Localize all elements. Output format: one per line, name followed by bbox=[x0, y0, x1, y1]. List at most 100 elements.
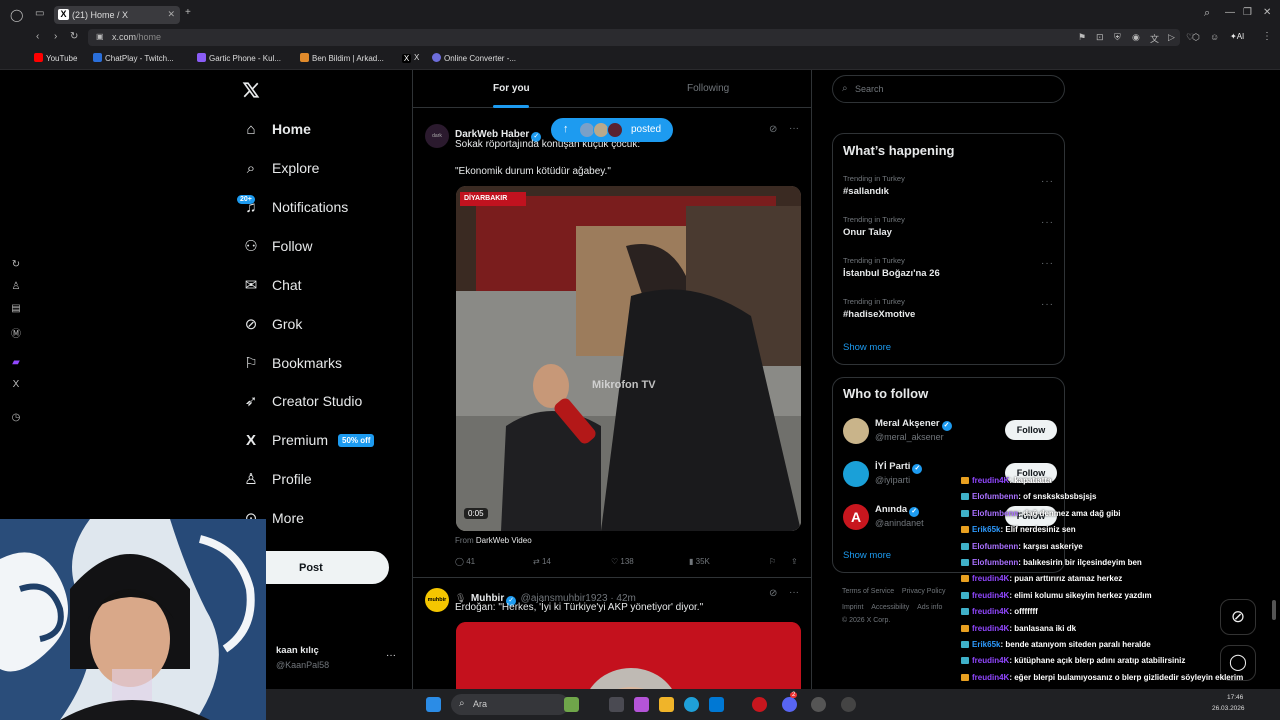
footer-accessibility-link[interactable]: Accessibility bbox=[871, 604, 909, 611]
active-tab[interactable]: X (21) Home / X ✕ bbox=[54, 6, 180, 24]
snapshot-icon[interactable]: ⊡ bbox=[1096, 32, 1104, 43]
more-icon[interactable]: ··· bbox=[1041, 217, 1054, 228]
nav-creator-studio[interactable]: ➶ Creator Studio bbox=[242, 386, 363, 416]
footer-privacy-link[interactable]: Privacy Policy bbox=[902, 588, 946, 595]
footer-imprint-link[interactable]: Imprint bbox=[842, 604, 863, 611]
minimize-icon[interactable]: — bbox=[1225, 7, 1235, 18]
bookmark-online-converter[interactable]: Online Converter -... bbox=[432, 53, 516, 63]
opera-icon[interactable] bbox=[752, 697, 767, 712]
bookmark-icon[interactable]: ⚐ bbox=[769, 557, 776, 566]
nav-follow[interactable]: ⚇ Follow bbox=[242, 231, 312, 261]
follow-suggestion[interactable]: Meral Akşener ✓ @meral_aksener Follow bbox=[843, 418, 1057, 450]
show-more-link[interactable]: Show more bbox=[843, 550, 891, 561]
tweet[interactable]: dark DarkWeb Haber ✓ ⊘ ··· Sokak röportaj… bbox=[413, 114, 811, 578]
more-icon[interactable]: ··· bbox=[1041, 258, 1054, 269]
widgets-icon[interactable] bbox=[564, 697, 579, 712]
opera-logo-icon[interactable]: ◯ bbox=[10, 8, 23, 22]
new-tab-icon[interactable]: + bbox=[185, 7, 191, 18]
bag-icon[interactable]: ♙ bbox=[10, 281, 22, 293]
nav-premium[interactable]: X Premium 50% off bbox=[242, 425, 375, 455]
avatar[interactable]: muhbir bbox=[425, 588, 449, 612]
shield-icon[interactable]: ⛨ bbox=[1114, 32, 1121, 43]
menu-icon[interactable]: ⋮ bbox=[1262, 31, 1272, 42]
account-more-icon[interactable]: ··· bbox=[386, 650, 396, 661]
camera-icon[interactable]: ◉ bbox=[1132, 32, 1140, 43]
task-view-icon[interactable] bbox=[609, 697, 624, 712]
tweet-video[interactable]: DİYARBAKIR Mikrofon TV 0:05 bbox=[456, 186, 801, 531]
nav-explore[interactable]: ⌕ Explore bbox=[242, 153, 320, 183]
trend-item[interactable]: Trending in Turkey #sallandık ··· bbox=[833, 172, 1064, 208]
footer-terms-link[interactable]: Terms of Service bbox=[842, 588, 894, 595]
scrollbar[interactable] bbox=[1272, 600, 1276, 620]
file-explorer-icon[interactable] bbox=[659, 697, 674, 712]
follow-button[interactable]: Follow bbox=[1005, 420, 1057, 440]
maximize-icon[interactable]: ❐ bbox=[1243, 7, 1252, 18]
nav-grok[interactable]: ⊘ Grok bbox=[242, 309, 303, 339]
x-app-icon[interactable]: X bbox=[10, 379, 22, 391]
bookmark-page-icon[interactable]: ⚑ bbox=[1078, 32, 1086, 43]
grok-icon[interactable]: ⊘ bbox=[1220, 599, 1256, 635]
nav-profile[interactable]: ♙ Profile bbox=[242, 464, 311, 494]
m-app-icon[interactable]: Ⓜ bbox=[10, 325, 22, 340]
trend-item[interactable]: Trending in Turkey #hadiseXmotive ··· bbox=[833, 295, 1064, 331]
like-button[interactable]: ♡ 138 bbox=[611, 557, 634, 566]
grok-icon[interactable]: ⊘ bbox=[769, 124, 777, 135]
copilot-icon[interactable] bbox=[634, 697, 649, 712]
clock-date[interactable]: 26.03.2026 bbox=[1212, 705, 1245, 712]
trend-item[interactable]: Trending in Turkey Onur Talay ··· bbox=[833, 213, 1064, 249]
reply-button[interactable]: ◯ 41 bbox=[455, 557, 475, 566]
edge-icon[interactable] bbox=[684, 697, 699, 712]
bookmark-x[interactable]: XX bbox=[402, 53, 419, 63]
nav-bookmarks[interactable]: ⚐ Bookmarks bbox=[242, 348, 342, 378]
store-icon[interactable] bbox=[709, 697, 724, 712]
more-icon[interactable]: ··· bbox=[1041, 299, 1054, 310]
nav-chat[interactable]: ✉ Chat bbox=[242, 270, 302, 300]
ai-icon[interactable]: ✦AI bbox=[1230, 32, 1244, 41]
obs-icon[interactable] bbox=[811, 697, 826, 712]
discord-icon[interactable] bbox=[782, 697, 797, 712]
tab-manager-icon[interactable]: ▭ bbox=[35, 8, 44, 19]
close-window-icon[interactable]: ✕ bbox=[1263, 7, 1271, 18]
share-icon[interactable]: ⇪ bbox=[791, 557, 798, 566]
more-icon[interactable]: ··· bbox=[789, 587, 799, 598]
source-link[interactable]: DarkWeb Video bbox=[476, 536, 532, 545]
tab-following[interactable]: Following bbox=[687, 83, 729, 94]
close-tab-icon[interactable]: ✕ bbox=[167, 9, 175, 20]
reload-icon[interactable]: ↻ bbox=[70, 31, 78, 42]
account-name[interactable]: kaan kılıç bbox=[276, 645, 319, 656]
bookmark-chatplay[interactable]: ChatPlay - Twitch... bbox=[93, 53, 174, 63]
taskbar-search[interactable]: ⌕ Ara bbox=[451, 694, 569, 715]
search-input[interactable]: ⌕ Search bbox=[832, 75, 1065, 103]
play-icon[interactable]: ▷ bbox=[1168, 32, 1175, 43]
repost-button[interactable]: ⇄ 14 bbox=[533, 557, 551, 566]
windows-start-icon[interactable] bbox=[426, 697, 441, 712]
x-logo-icon[interactable] bbox=[242, 81, 260, 99]
bookmark-youtube[interactable]: YouTube bbox=[34, 53, 77, 63]
search-icon[interactable]: ⌕ bbox=[1204, 7, 1210, 20]
nav-home[interactable]: ⌂ Home bbox=[242, 114, 310, 144]
tab-for-you[interactable]: For you bbox=[493, 83, 530, 94]
more-icon[interactable]: ··· bbox=[1041, 176, 1054, 187]
show-more-link[interactable]: Show more bbox=[843, 342, 891, 353]
twitch-icon[interactable]: ▰ bbox=[10, 357, 22, 369]
clock-icon[interactable]: ◷ bbox=[10, 412, 22, 424]
url-field[interactable]: ▣ x.com/home ⚑ ⊡ ⛨ ◉ 文 ▷ ♡ bbox=[88, 29, 1194, 46]
grok-icon[interactable]: ⊘ bbox=[769, 588, 777, 599]
clock-time[interactable]: 17:46 bbox=[1227, 694, 1243, 701]
bookmark-gartic[interactable]: Gartic Phone - Kul... bbox=[197, 53, 281, 63]
translate-icon[interactable]: 文 bbox=[1150, 32, 1159, 45]
extensions-icon[interactable]: ⬡ bbox=[1192, 32, 1200, 43]
trend-item[interactable]: Trending in Turkey İstanbul Boğazı'na 26… bbox=[833, 254, 1064, 290]
avatar[interactable]: dark bbox=[425, 124, 449, 148]
forward-icon[interactable]: › bbox=[54, 31, 57, 42]
back-icon[interactable]: ‹ bbox=[36, 31, 39, 42]
history-icon[interactable]: ↻ bbox=[10, 259, 22, 271]
profile-icon[interactable]: ☺ bbox=[1210, 32, 1219, 42]
nav-notifications[interactable]: ♫ Notifications bbox=[242, 192, 348, 222]
bookmark-benbildim[interactable]: Ben Bildim | Arkad... bbox=[300, 53, 384, 63]
more-icon[interactable]: ··· bbox=[789, 123, 799, 134]
new-posts-pill[interactable]: ↑ posted bbox=[551, 118, 673, 142]
footer-ads-link[interactable]: Ads info bbox=[917, 604, 942, 611]
views-button[interactable]: ▮ 35K bbox=[689, 557, 710, 566]
wallet-icon[interactable]: ▤ bbox=[10, 303, 22, 315]
